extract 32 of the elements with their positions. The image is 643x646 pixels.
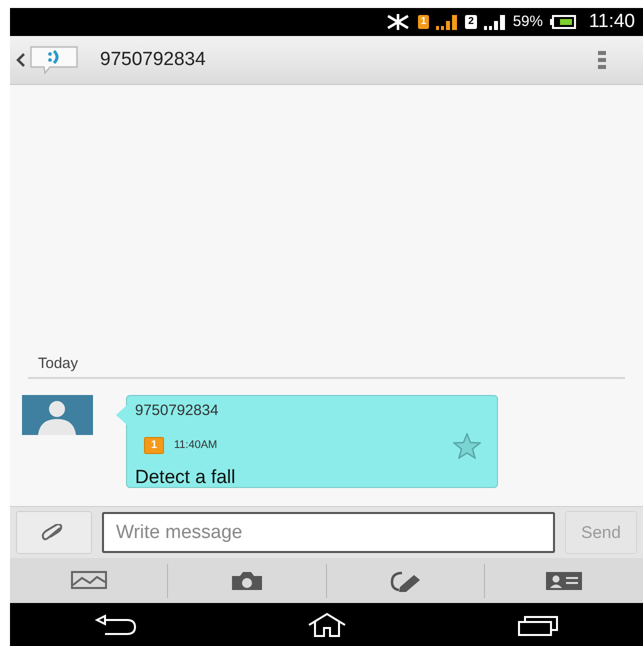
- contact-card-icon: [546, 570, 582, 590]
- back-arrow-icon: [94, 614, 136, 636]
- message-bubble[interactable]: 9750792834 1 11:40AM Detect a fall: [126, 395, 498, 488]
- sim-badge: 2: [465, 15, 477, 29]
- sim-badge: 1: [418, 15, 430, 29]
- menu-icon: [598, 50, 606, 70]
- signal-icon: [436, 14, 458, 30]
- battery-icon: [550, 15, 576, 29]
- message-time: 11:40AM: [174, 438, 218, 454]
- recent-apps-icon: [516, 614, 558, 636]
- back-caret-icon: [16, 52, 26, 68]
- pencil-icon: [388, 570, 422, 592]
- image-icon: [70, 570, 107, 590]
- signal-icon: [484, 14, 506, 30]
- date-divider: Today: [38, 355, 78, 372]
- recent-apps-button[interactable]: [516, 614, 558, 636]
- home-icon: [306, 612, 346, 638]
- sender-number: 9750792834: [135, 401, 220, 421]
- bubble-tail: [116, 405, 127, 425]
- camera-icon: [230, 570, 264, 590]
- message-field[interactable]: Write message: [102, 512, 555, 553]
- avatar-icon: [22, 395, 93, 435]
- home-button[interactable]: [306, 612, 346, 638]
- attach-button[interactable]: [16, 511, 92, 554]
- message-text: Detect a fall: [135, 466, 236, 490]
- sim-badge: 1: [144, 437, 164, 454]
- back-nav-button[interactable]: [94, 614, 136, 636]
- contact-title: 9750792834: [100, 48, 206, 72]
- clock: 11:40: [588, 10, 635, 34]
- messaging-app-icon: [28, 45, 80, 75]
- star-icon[interactable]: [453, 432, 481, 458]
- battery-percent: 59%: [512, 12, 543, 32]
